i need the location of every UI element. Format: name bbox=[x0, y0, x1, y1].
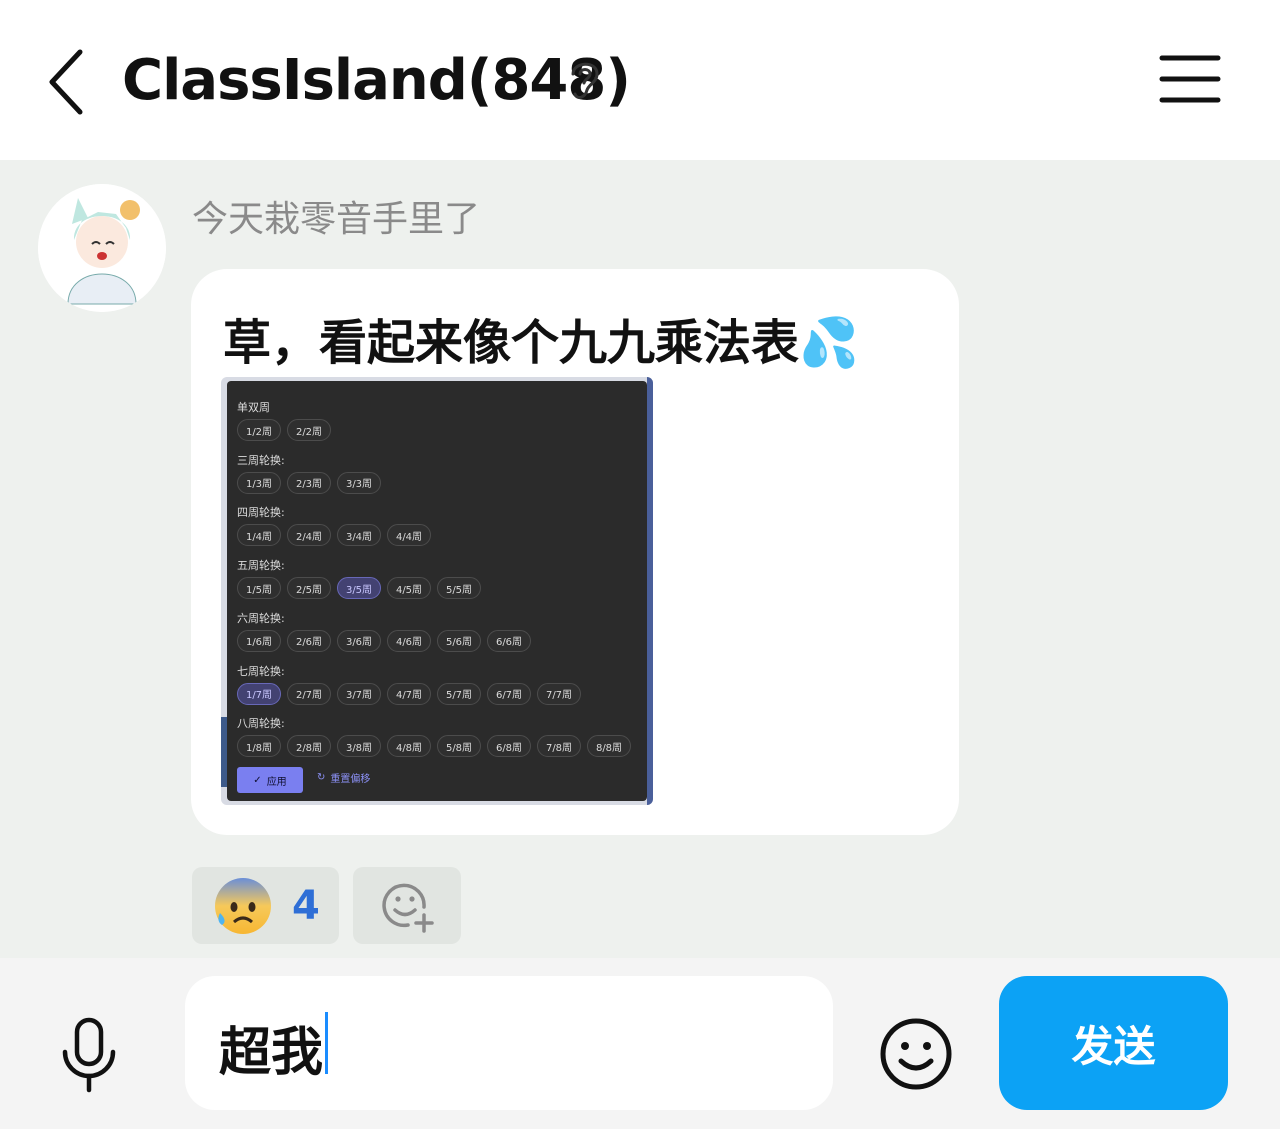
rotation-week-chip: 2/2周 bbox=[287, 419, 331, 441]
refresh-icon: ↻ bbox=[317, 772, 326, 783]
rotation-chip-row: 1/4周 2/4周 3/4周 4/4周 bbox=[237, 524, 431, 547]
rotation-week-chip: 1/7周 bbox=[237, 682, 281, 705]
chat-area[interactable]: 今天栽零音手里了 草，看起来像个九九乘法表💦 ✓ 应用 ↻ 重置偏移 单双周 1/… bbox=[0, 160, 1280, 958]
rotation-week-chip: 2/3周 bbox=[287, 471, 331, 494]
sender-name[interactable]: 今天栽零音手里了 bbox=[192, 190, 480, 242]
rotation-group-title: 六周轮换: bbox=[237, 611, 285, 625]
rotation-week-chip: 3/7周 bbox=[337, 682, 381, 705]
apply-button: ✓ 应用 bbox=[237, 767, 303, 793]
microphone-icon bbox=[62, 1017, 116, 1093]
rotation-week-chip: 4/8周 bbox=[387, 735, 431, 758]
message-image[interactable]: ✓ 应用 ↻ 重置偏移 单双周 1/2周 2/2周 三周轮换: 1/3周 2/3周 3/3周… bbox=[221, 377, 653, 805]
rotation-group-title: 五周轮换: bbox=[237, 559, 285, 573]
reaction-count: 4 bbox=[292, 882, 320, 929]
week-rotation-panel: ✓ 应用 ↻ 重置偏移 单双周 1/2周 2/2周 三周轮换: 1/3周 2/3周 3/3周… bbox=[227, 381, 647, 801]
rotation-week-chip: 5/6周 bbox=[437, 629, 481, 652]
rotation-chip-row: 1/5周 2/5周 3/5周 4/5周 5/5周 bbox=[237, 577, 481, 600]
rotation-chip-row: 1/3周 2/3周 3/3周 bbox=[237, 471, 381, 494]
chat-header: ClassIsland(848) bbox=[0, 0, 1280, 160]
rotation-week-chip: 1/8周 bbox=[237, 735, 281, 758]
rotation-chip-row: 1/7周 2/7周 3/7周 4/7周 5/7周 6/7周 7/7周 bbox=[237, 682, 581, 705]
smiley-icon bbox=[880, 1018, 952, 1090]
reset-offset-button: ↻ 重置偏移 bbox=[317, 770, 370, 785]
rotation-week-chip: 5/8周 bbox=[437, 735, 481, 758]
send-button[interactable]: 发送 bbox=[999, 976, 1228, 1110]
rotation-week-chip: 3/3周 bbox=[337, 471, 381, 494]
reset-label: 重置偏移 bbox=[330, 774, 371, 785]
rotation-week-chip: 2/6周 bbox=[287, 629, 331, 652]
reaction-chip[interactable]: 4 bbox=[192, 867, 339, 944]
rotation-week-chip: 3/5周 bbox=[337, 577, 381, 600]
rotation-week-chip: 6/8周 bbox=[487, 735, 531, 758]
rotation-week-chip: 1/2周 bbox=[237, 419, 281, 441]
rotation-week-chip: 1/6周 bbox=[237, 629, 281, 652]
check-icon: ✓ bbox=[253, 774, 262, 786]
rotation-week-chip: 6/7周 bbox=[487, 682, 531, 705]
chevron-left-icon bbox=[49, 49, 83, 115]
back-button[interactable] bbox=[40, 42, 100, 122]
rotation-week-chip: 3/4周 bbox=[337, 524, 381, 547]
rotation-week-chip: 1/3周 bbox=[237, 471, 281, 494]
add-reaction-button[interactable] bbox=[353, 867, 461, 944]
rotation-week-chip: 4/4周 bbox=[387, 524, 431, 547]
rotation-chip-row: 1/8周 2/8周 3/8周 4/8周 5/8周 6/8周 7/8周 8/8周 bbox=[237, 735, 631, 758]
image-edge bbox=[647, 377, 653, 805]
rotation-week-chip: 7/8周 bbox=[537, 735, 581, 758]
hamburger-menu-icon bbox=[1159, 55, 1221, 103]
rotation-week-chip: 8/8周 bbox=[587, 735, 631, 758]
rotation-week-chip: 4/5周 bbox=[387, 577, 431, 600]
emoji-button[interactable] bbox=[878, 1016, 954, 1092]
anxious-face-icon bbox=[215, 877, 271, 934]
ear-icon[interactable] bbox=[565, 56, 605, 104]
rotation-week-chip: 3/8周 bbox=[337, 735, 381, 758]
avatar[interactable] bbox=[38, 184, 166, 312]
rotation-week-chip: 3/6周 bbox=[337, 629, 381, 652]
message-input[interactable]: 超我 bbox=[185, 976, 833, 1110]
menu-button[interactable] bbox=[1158, 52, 1222, 106]
input-bar: 超我 发送 bbox=[0, 958, 1280, 1129]
rotation-week-chip: 1/4周 bbox=[237, 524, 281, 547]
rotation-week-chip: 2/7周 bbox=[287, 682, 331, 705]
rotation-group-title: 七周轮换: bbox=[237, 664, 285, 678]
voice-button[interactable] bbox=[58, 1016, 120, 1096]
message-text: 草，看起来像个九九乘法表💦 bbox=[223, 315, 859, 371]
rotation-chip-row: 1/6周 2/6周 3/6周 4/6周 5/6周 6/6周 bbox=[237, 629, 531, 652]
add-reaction-icon bbox=[382, 883, 434, 933]
text-caret bbox=[325, 1012, 328, 1074]
rotation-week-chip: 5/7周 bbox=[437, 682, 481, 705]
rotation-week-chip: 7/7周 bbox=[537, 682, 581, 705]
group-title[interactable]: ClassIsland(848) bbox=[122, 48, 631, 113]
rotation-group-title: 八周轮换: bbox=[237, 717, 285, 731]
rotation-week-chip: 4/6周 bbox=[387, 629, 431, 652]
reactions-bar: 4 bbox=[192, 867, 461, 944]
rotation-week-chip: 1/5周 bbox=[237, 577, 281, 600]
message-input-text[interactable]: 超我 bbox=[219, 1010, 323, 1085]
rotation-week-chip: 4/7周 bbox=[387, 682, 431, 705]
rotation-group-title: 单双周 bbox=[237, 401, 270, 414]
rotation-week-chip: 6/6周 bbox=[487, 629, 531, 652]
rotation-week-chip: 2/4周 bbox=[287, 524, 331, 547]
message-bubble[interactable]: 草，看起来像个九九乘法表💦 ✓ 应用 ↻ 重置偏移 单双周 1/2周 2/2周 三周轮… bbox=[191, 269, 959, 835]
rotation-week-chip: 5/5周 bbox=[437, 577, 481, 600]
rotation-chip-row: 1/2周 2/2周 bbox=[237, 419, 331, 441]
rotation-week-chip: 2/5周 bbox=[287, 577, 331, 600]
rotation-group-title: 三周轮换: bbox=[237, 453, 285, 467]
rotation-group-title: 四周轮换: bbox=[237, 506, 285, 520]
rotation-week-chip: 2/8周 bbox=[287, 735, 331, 758]
apply-label: 应用 bbox=[266, 776, 287, 788]
